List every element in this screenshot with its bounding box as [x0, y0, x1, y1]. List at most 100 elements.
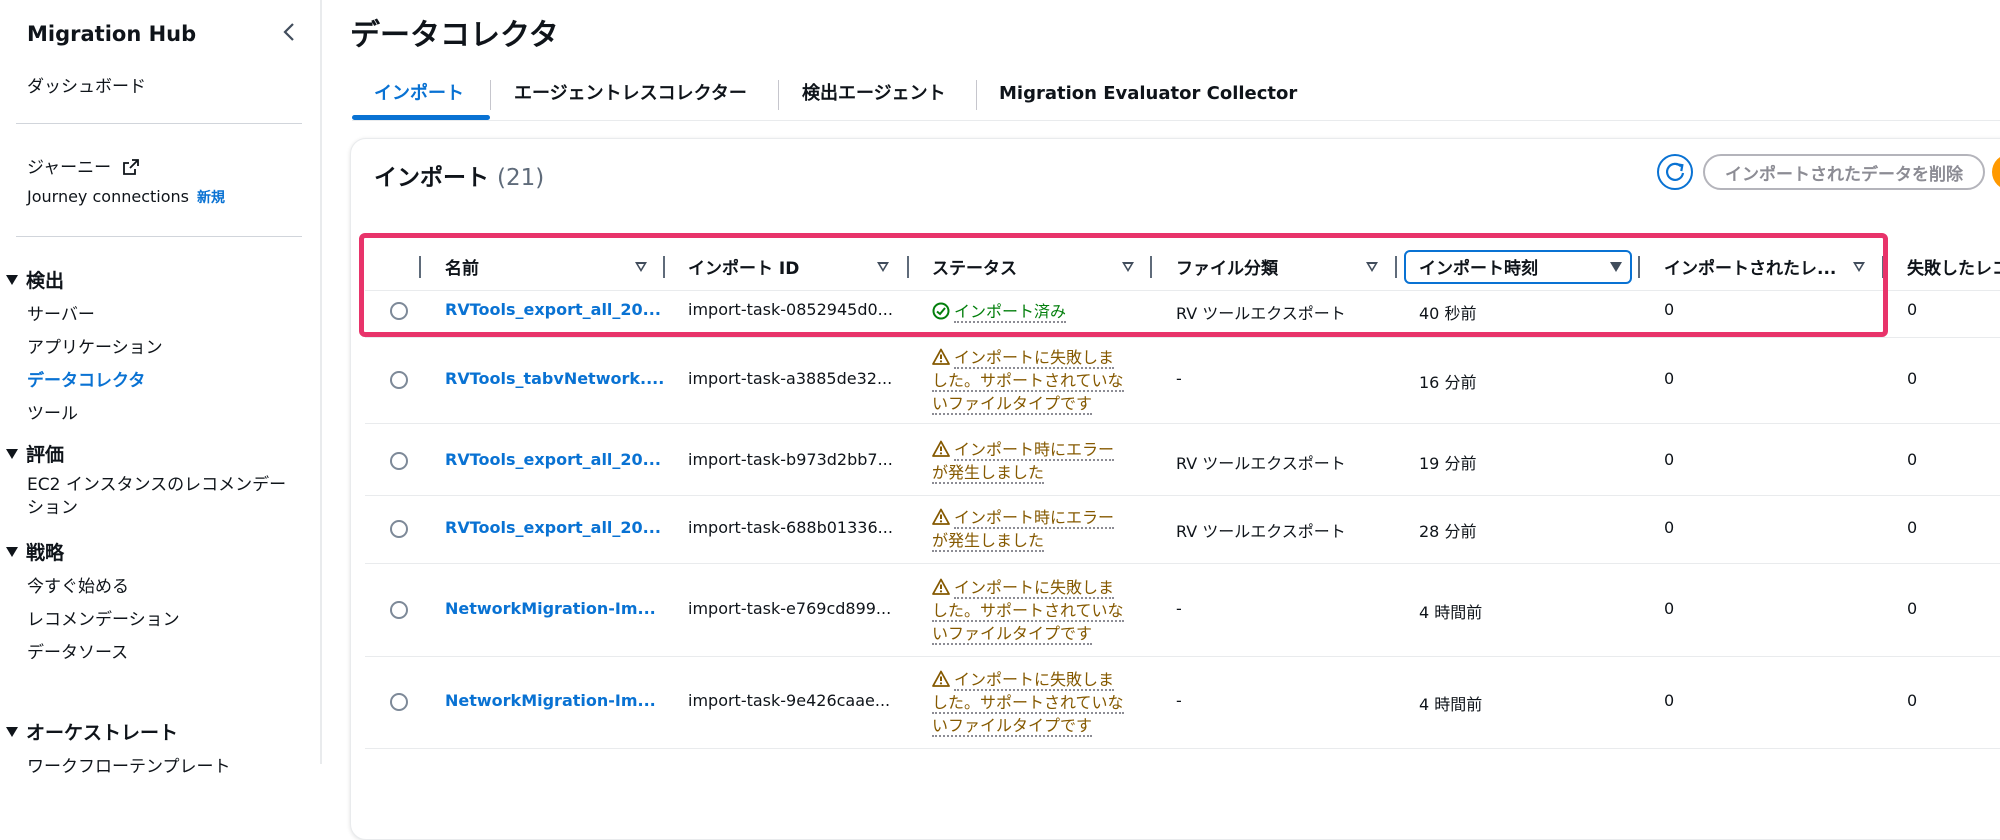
row-select-radio[interactable] [390, 693, 408, 711]
import-name-link[interactable]: RVTools_tabvNetwork.... [445, 369, 664, 388]
journey-connections-label: Journey connections [27, 187, 189, 206]
caret-down-icon [6, 726, 18, 737]
imported-records: 0 [1664, 599, 1675, 618]
caret-down-icon [6, 274, 18, 285]
import-name-link[interactable]: RVTools_export_all_20... [445, 300, 661, 319]
status-text-line: インポート時にエラー [954, 508, 1115, 529]
status-text-line: した。サポートされていな [932, 692, 1124, 714]
caret-down-icon [6, 546, 18, 557]
status-text-line: した。サポートされていな [932, 370, 1124, 392]
sidebar-item-recommendations[interactable]: レコメンデーション [27, 605, 180, 630]
row-select-radio[interactable] [390, 520, 408, 538]
sort-icon[interactable] [1853, 262, 1865, 272]
sidebar-section-assess[interactable]: 評価 [6, 440, 64, 467]
section-label: 評価 [26, 444, 65, 466]
sidebar-item-data-collectors[interactable]: データコレクタ [27, 366, 145, 391]
import-name-link[interactable]: NetworkMigration-Im... [445, 599, 656, 618]
import-time: 4 時間前 [1419, 695, 1483, 714]
failed-records: 0 [1907, 518, 1918, 537]
sidebar-item-data-sources[interactable]: データソース [27, 638, 128, 663]
status-indicator: インポート済み [932, 300, 1128, 323]
column-separator[interactable] [663, 256, 665, 278]
refresh-button[interactable] [1657, 154, 1693, 190]
sidebar-section-orchestrate[interactable]: オーケストレート [6, 718, 178, 745]
delete-imported-data-button[interactable]: インポートされたデータを削除 [1703, 154, 1985, 190]
sort-icon[interactable] [877, 262, 889, 272]
sidebar-item-ec2-recommendations[interactable]: EC2 インスタンスのレコメンデーション [27, 474, 297, 520]
failed-records: 0 [1907, 300, 1918, 319]
sidebar-item-servers[interactable]: サーバー [27, 300, 95, 325]
file-type: - [1176, 691, 1182, 710]
column-separator[interactable] [1395, 256, 1397, 278]
failed-records: 0 [1907, 691, 1918, 710]
section-label: 戦略 [26, 542, 65, 564]
status-text-line: インポート時にエラー [954, 440, 1115, 461]
active-tab-indicator [352, 115, 490, 120]
section-label: オーケストレート [26, 722, 179, 744]
import-time: 16 分前 [1419, 373, 1477, 392]
row-select-radio[interactable] [390, 601, 408, 619]
status-indicator[interactable]: インポート時にエラー が発生しました [932, 438, 1128, 484]
import-id: import-task-688b01336... [688, 518, 893, 537]
column-separator[interactable] [1882, 256, 1884, 278]
tab-import[interactable]: インポート [374, 72, 464, 116]
sort-icon[interactable] [1122, 262, 1134, 272]
imported-records: 0 [1664, 450, 1675, 469]
status-indicator[interactable]: インポートに失敗しま した。サポートされていな いファイルタイプです [932, 346, 1128, 415]
import-time: 19 分前 [1419, 454, 1477, 473]
status-indicator[interactable]: インポート時にエラー が発生しました [932, 506, 1128, 552]
sidebar-item-journey-connections[interactable]: Journey connections 新規 [27, 187, 225, 207]
imported-records: 0 [1664, 369, 1675, 388]
sort-icon[interactable] [635, 262, 647, 272]
column-header-imported-records[interactable]: インポートされたレ... [1664, 254, 1836, 279]
import-time: 4 時間前 [1419, 603, 1483, 622]
status-text-line: が発生しました [932, 463, 1045, 484]
row-select-radio[interactable] [390, 302, 408, 320]
row-divider [365, 748, 2000, 749]
file-type: RV ツールエクスポート [1176, 522, 1346, 541]
column-separator[interactable] [1150, 256, 1152, 278]
tab-migration-evaluator-collector[interactable]: Migration Evaluator Collector [999, 72, 1297, 116]
sidebar-divider [16, 236, 302, 237]
sort-icon[interactable] [1366, 262, 1378, 272]
warning-icon [932, 670, 950, 687]
import-name-link[interactable]: RVTools_export_all_20... [445, 518, 661, 537]
column-header-name[interactable]: 名前 [445, 254, 479, 279]
column-separator[interactable] [1638, 256, 1640, 278]
page-title: データコレクタ [350, 18, 559, 53]
sidebar-section-discover[interactable]: 検出 [6, 266, 64, 293]
tab-agentless-collector[interactable]: エージェントレスコレクター [514, 72, 747, 116]
import-id: import-task-0852945d0... [688, 300, 893, 319]
sidebar-item-tools[interactable]: ツール [27, 399, 78, 424]
row-select-radio[interactable] [390, 371, 408, 389]
sidebar-title[interactable]: Migration Hub [27, 22, 196, 46]
row-divider [365, 563, 2000, 564]
tab-discovery-agent[interactable]: 検出エージェント [802, 72, 946, 116]
column-header-failed-records[interactable]: 失敗したレコ [1907, 254, 2000, 279]
column-header-file-type[interactable]: ファイル分類 [1176, 254, 1278, 279]
collapse-sidebar-icon[interactable] [278, 20, 302, 44]
column-separator[interactable] [907, 256, 909, 278]
sidebar-item-journey[interactable]: ジャーニー [27, 153, 139, 180]
column-separator [419, 256, 421, 278]
column-header-import-time[interactable]: インポート時刻 [1419, 254, 1538, 279]
import-name-link[interactable]: RVTools_export_all_20... [445, 450, 661, 469]
column-header-status[interactable]: ステータス [932, 254, 1017, 279]
imports-table-container [350, 138, 2000, 840]
row-select-radio[interactable] [390, 452, 408, 470]
status-text-line: いファイルタイプです [932, 393, 1093, 415]
import-id: import-task-a3885de32... [688, 369, 893, 388]
status-text-line: インポートに失敗しま [954, 577, 1115, 599]
sidebar-item-get-started[interactable]: 今すぐ始める [27, 572, 129, 597]
sidebar-section-strategy[interactable]: 戦略 [6, 538, 64, 565]
status-indicator[interactable]: インポートに失敗しま した。サポートされていな いファイルタイプです [932, 576, 1128, 645]
sidebar-item-applications[interactable]: アプリケーション [27, 333, 163, 358]
status-text-line: インポート済み [954, 301, 1067, 323]
status-indicator[interactable]: インポートに失敗しま した。サポートされていな いファイルタイプです [932, 668, 1128, 737]
sidebar-item-dashboard[interactable]: ダッシュボード [27, 72, 146, 97]
failed-records: 0 [1907, 450, 1918, 469]
sidebar-item-workflow-templates[interactable]: ワークフローテンプレート [27, 752, 231, 777]
column-header-import-id[interactable]: インポート ID [688, 254, 799, 279]
import-name-link[interactable]: NetworkMigration-Im... [445, 691, 656, 710]
sort-descending-icon[interactable] [1610, 262, 1622, 272]
